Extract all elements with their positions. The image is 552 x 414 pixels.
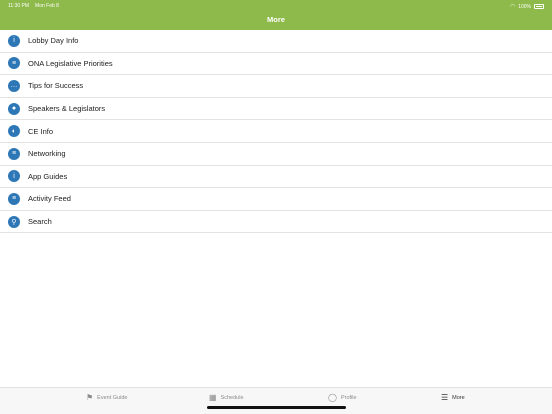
ce-icon: ◐ xyxy=(8,125,20,138)
menu-item-lobby-day-info[interactable]: i Lobby Day Info xyxy=(0,30,552,53)
menu-item-label: Speakers & Legislators xyxy=(28,104,106,114)
list-icon: ≡ xyxy=(8,147,20,160)
tab-label: Profile xyxy=(340,395,357,401)
menu-item-label: Tips for Success xyxy=(28,81,84,91)
more-menu-list: i Lobby Day Info ≡ ONA Legislative Prior… xyxy=(0,30,552,234)
status-date: Mon Feb 8 xyxy=(35,3,59,9)
person-icon: ● xyxy=(8,102,20,115)
tab-label: More xyxy=(452,395,465,401)
menu-item-legislative-priorities[interactable]: ≡ ONA Legislative Priorities xyxy=(0,53,552,76)
menu-item-ce-info[interactable]: ◐ CE Info xyxy=(0,120,552,143)
menu-item-label: CE Info xyxy=(28,126,54,136)
list-icon: ≡ xyxy=(8,57,20,70)
status-bar-left: 11:30 PM Mon Feb 8 xyxy=(8,3,59,9)
navigation-header: 11:30 PM Mon Feb 8 ◠ 100% More xyxy=(0,0,552,30)
menu-icon: ☰ xyxy=(441,393,449,402)
menu-item-label: ONA Legislative Priorities xyxy=(28,58,113,68)
battery-percent: 100% xyxy=(518,3,531,10)
menu-item-label: Lobby Day Info xyxy=(28,36,79,46)
menu-item-label: Networking xyxy=(28,149,66,159)
menu-item-tips-for-success[interactable]: … Tips for Success xyxy=(0,75,552,98)
search-icon: ⚲ xyxy=(8,215,20,228)
person-icon: ◯ xyxy=(328,393,337,402)
status-time: 11:30 PM xyxy=(8,3,30,9)
info-icon: i xyxy=(8,170,20,183)
tab-label: Event Guide xyxy=(97,395,128,401)
list-icon: ≡ xyxy=(8,192,20,205)
home-indicator[interactable] xyxy=(207,406,346,409)
tab-event-guide[interactable]: ⚑ Event Guide xyxy=(86,394,127,402)
tab-label: Schedule xyxy=(220,395,244,401)
info-icon: i xyxy=(8,34,20,47)
chat-icon: … xyxy=(8,79,20,92)
menu-item-activity-feed[interactable]: ≡ Activity Feed xyxy=(0,188,552,211)
menu-item-speakers-legislators[interactable]: ● Speakers & Legislators xyxy=(0,98,552,121)
tab-profile[interactable]: ◯ Profile xyxy=(328,394,357,402)
menu-item-networking[interactable]: ≡ Networking xyxy=(0,143,552,166)
battery-icon xyxy=(534,4,544,9)
menu-item-label: Activity Feed xyxy=(28,194,71,204)
menu-item-search[interactable]: ⚲ Search xyxy=(0,211,552,234)
signpost-icon: ⚑ xyxy=(86,393,94,402)
page-title: More xyxy=(267,15,285,24)
menu-item-label: App Guides xyxy=(28,171,68,181)
tab-more[interactable]: ☰ More xyxy=(441,394,465,402)
tab-bar: ⚑ Event Guide ▦ Schedule ◯ Profile ☰ Mor… xyxy=(0,387,552,414)
calendar-icon: ▦ xyxy=(209,393,217,402)
wifi-icon: ◠ xyxy=(509,4,516,10)
status-bar-right: ◠ 100% xyxy=(510,3,544,10)
menu-item-label: Search xyxy=(28,217,52,227)
tab-schedule[interactable]: ▦ Schedule xyxy=(209,394,244,402)
menu-item-app-guides[interactable]: i App Guides xyxy=(0,166,552,189)
